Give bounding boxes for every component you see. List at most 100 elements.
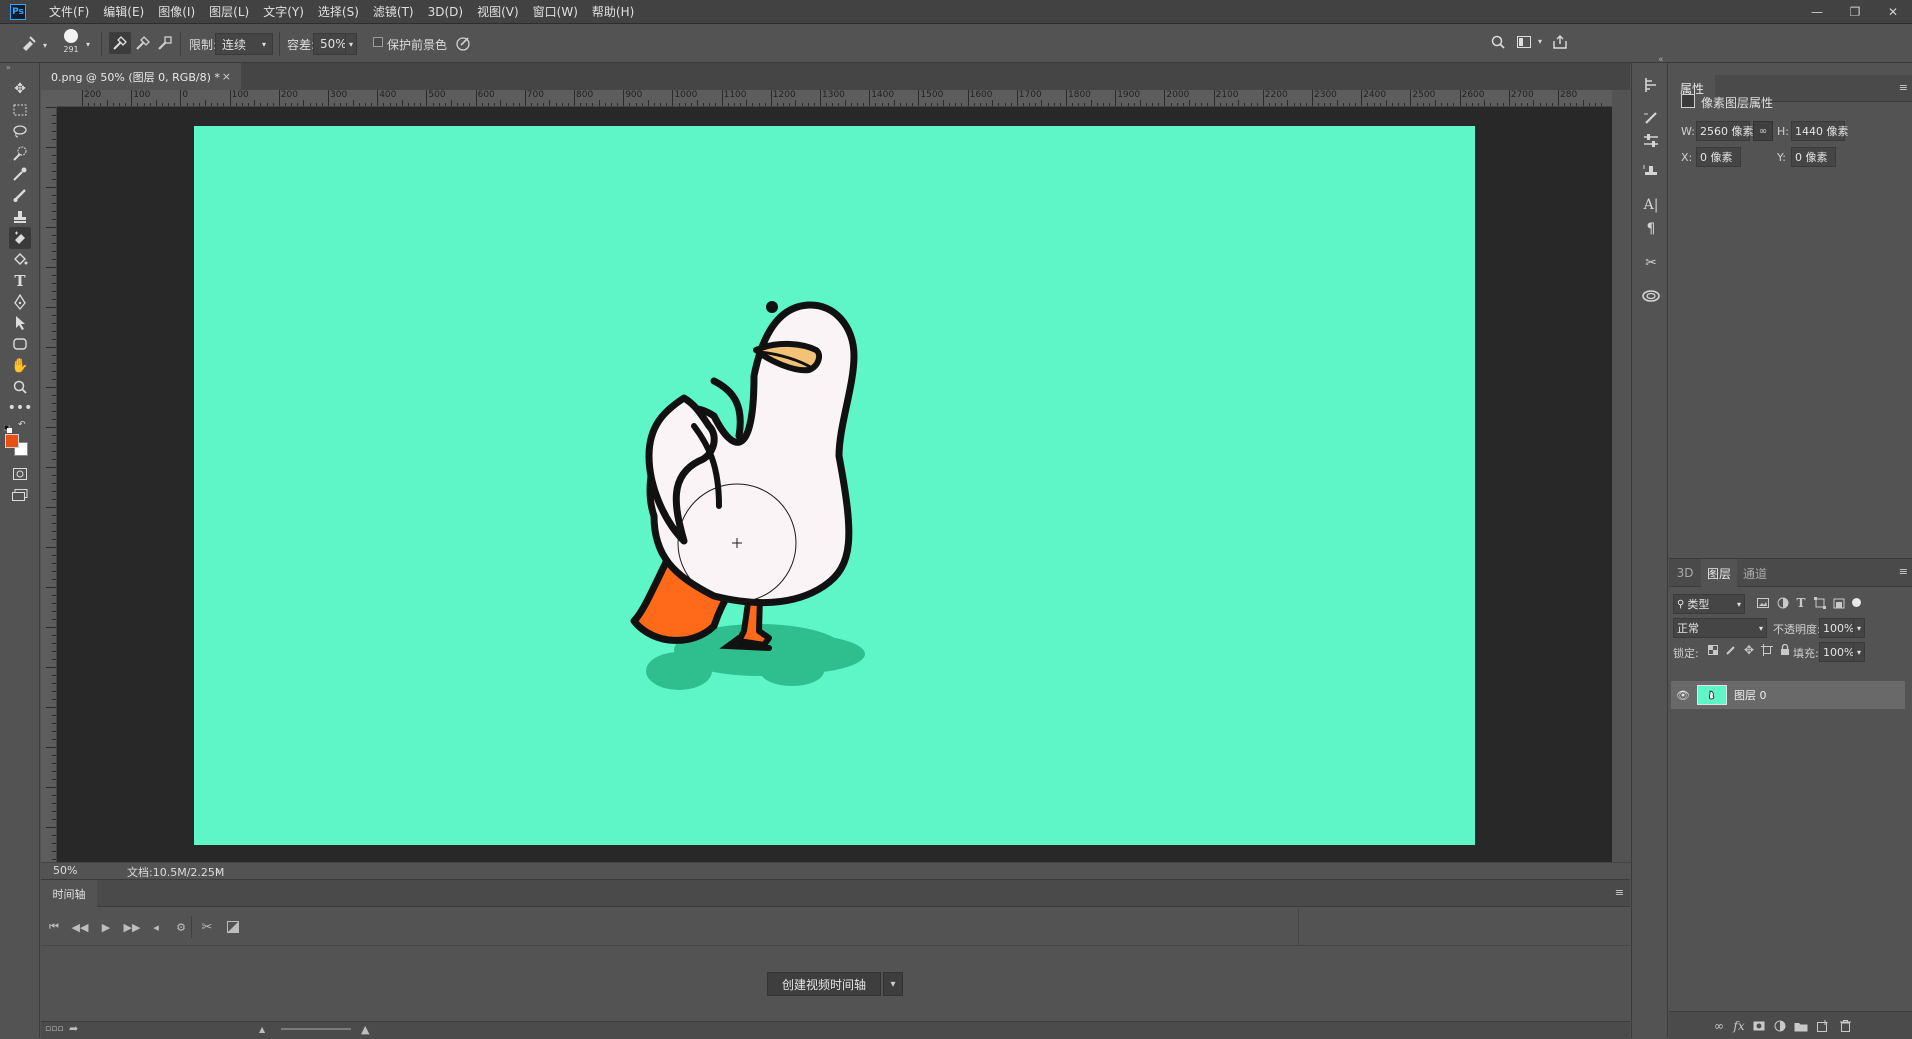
more-tools-icon[interactable]: ••• [8,397,33,419]
status-menu-arrow-icon[interactable]: › [216,864,220,877]
filter-smart-object-icon[interactable] [1831,595,1847,611]
clone-source-icon[interactable] [1640,161,1662,183]
document-tab[interactable]: 0.png @ 50% (图层 0, RGB/8) * × [41,63,241,90]
filter-pixel-icon[interactable] [1755,595,1771,611]
menu-image[interactable]: 图像(I) [151,3,202,20]
tab-channels[interactable]: 通道 [1737,559,1773,587]
type-tool-icon[interactable]: T [9,270,31,292]
lock-artboard-icon[interactable] [1759,642,1775,658]
timeline-tab[interactable]: 时间轴 [41,880,97,907]
menu-help[interactable]: 帮助(H) [585,3,641,20]
split-scissors-icon[interactable]: ✂ [198,918,216,936]
fill-dropdown[interactable]: ▾ [1853,642,1865,662]
close-icon[interactable]: ✕ [1884,5,1902,19]
collapse-arrows-icon[interactable]: « [1658,55,1664,65]
path-selection-tool-icon[interactable] [9,312,31,334]
menu-file[interactable]: 文件(F) [42,3,96,20]
width-field[interactable]: 2560 像素 [1696,121,1754,141]
menu-edit[interactable]: 编辑(E) [96,3,151,20]
hand-tool-icon[interactable]: ✋ [9,355,31,377]
sampling-once-icon[interactable] [132,32,154,54]
panel-menu-icon[interactable]: ≡ [1615,886,1624,899]
share-icon[interactable] [1550,32,1570,52]
pen-tool-icon[interactable] [9,291,31,313]
lock-position-icon[interactable]: ✥ [1741,642,1757,658]
blend-mode-select[interactable]: 正常 ▾ [1673,618,1767,638]
minimize-icon[interactable]: — [1808,5,1826,19]
adjustment-layer-icon[interactable] [1772,1018,1788,1034]
fx-icon[interactable]: fx [1731,1018,1747,1034]
lock-transparent-icon[interactable] [1705,642,1721,658]
lock-pixels-brush-icon[interactable] [1723,642,1739,658]
vertical-scrollbar[interactable] [1612,90,1630,862]
stamp-tool-icon[interactable] [9,206,31,228]
height-field[interactable]: 1440 像素 [1791,121,1849,141]
panel-menu-icon[interactable]: ≡ [1899,81,1908,94]
panel-menu-icon[interactable]: ≡ [1899,565,1908,578]
play-icon[interactable]: ▶ [97,918,115,936]
y-field[interactable]: 0 像素 [1791,147,1836,167]
zoom-level[interactable]: 50% [53,864,77,877]
zoom-in-mountain-icon[interactable]: ▲ [361,1023,369,1036]
menu-window[interactable]: 窗口(W) [526,3,585,20]
layer-filter-select[interactable]: ⚲ 类型 ▾ [1673,594,1745,614]
default-colors-icon[interactable] [3,422,12,433]
quick-mask-icon[interactable] [9,463,31,485]
chevron-down-icon[interactable]: ▾ [83,39,93,49]
chevron-down-icon[interactable]: ▾ [1535,36,1545,46]
new-group-folder-icon[interactable] [1793,1018,1809,1034]
workspace-icon[interactable] [1514,32,1534,52]
pressure-icon[interactable] [452,32,474,54]
previous-frame-icon[interactable]: ◀◀ [71,918,89,936]
adjustments-icon[interactable] [1640,130,1662,152]
brush-size-picker[interactable]: 291 [61,27,81,61]
settings-gear-icon[interactable]: ⚙ [172,918,190,936]
screen-mode-icon[interactable] [9,484,31,506]
paint-bucket-tool-icon[interactable] [9,248,31,270]
eyedropper-tool-icon[interactable] [9,163,31,185]
tolerance-input[interactable]: 50% [313,33,347,55]
render-icon[interactable]: ➦ [69,1022,78,1035]
marquee-tool-icon[interactable] [9,99,31,121]
tool-presets-scissors-icon[interactable]: ✂ [1640,252,1662,274]
zoom-out-mountain-icon[interactable]: ▲ [259,1025,265,1034]
link-layers-icon[interactable]: ∞ [1711,1018,1727,1034]
filter-toggle-icon[interactable] [1852,598,1861,607]
tool-preset-icon[interactable] [18,32,40,54]
swap-colors-icon[interactable]: ↶ [18,420,26,430]
close-tab-icon[interactable]: × [222,70,231,83]
character-icon[interactable]: A| [1640,194,1662,216]
visibility-eye-icon[interactable]: 👁 [1673,689,1693,702]
next-frame-icon[interactable]: ▶▶ [123,918,141,936]
image-canvas[interactable] [194,126,1475,845]
new-layer-icon[interactable] [1815,1018,1831,1034]
opacity-dropdown[interactable]: ▾ [1853,618,1865,638]
canvas-workspace[interactable] [57,107,1612,862]
audio-icon[interactable]: ◂ [147,918,165,936]
tolerance-dropdown[interactable]: ▾ [345,33,357,55]
opacity-field[interactable]: 100% [1819,618,1854,638]
filter-type-icon[interactable]: T [1793,595,1809,611]
zoom-tool-icon[interactable] [9,376,31,398]
chevron-down-icon[interactable]: ▾ [883,972,904,996]
tab-3d[interactable]: 3D [1669,559,1701,587]
create-video-timeline-button[interactable]: 创建视频时间轴 [767,972,882,996]
history-icon[interactable] [1640,74,1662,96]
x-field[interactable]: 0 像素 [1696,147,1741,167]
filter-adjustment-icon[interactable] [1775,595,1791,611]
creative-cloud-icon[interactable] [1640,285,1662,307]
shape-tool-icon[interactable] [9,333,31,355]
protect-foreground-checkbox[interactable] [373,37,383,47]
tab-layers[interactable]: 图层 [1701,559,1737,587]
menu-type[interactable]: 文字(Y) [256,3,311,20]
first-frame-icon[interactable]: ⏮ [45,918,63,936]
add-mask-icon[interactable] [1751,1018,1767,1034]
menu-filter[interactable]: 滤镜(T) [366,3,421,20]
menu-view[interactable]: 视图(V) [470,3,526,20]
lock-all-icon[interactable] [1777,642,1793,658]
limit-select[interactable]: 连续 ▾ [215,33,273,55]
delete-layer-trash-icon[interactable] [1837,1018,1853,1034]
fill-field[interactable]: 100% [1819,642,1854,662]
move-tool-icon[interactable]: ✥ [9,78,31,100]
transition-icon[interactable] [224,918,242,936]
